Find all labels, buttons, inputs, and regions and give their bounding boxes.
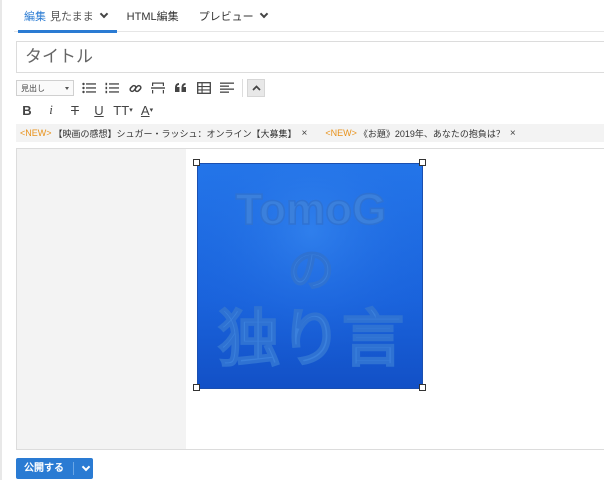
font-size-button[interactable]: TT ▾ xyxy=(112,100,134,120)
toolbar-divider xyxy=(242,79,243,97)
heading-select-value: 見出し xyxy=(21,83,45,93)
tab-html-label: HTML編集 xyxy=(126,10,179,23)
editor-toolbar-format: B i T U TT ▾ A ▾ xyxy=(16,100,160,120)
publish-button[interactable]: 公開する xyxy=(16,458,93,479)
numbered-list-button[interactable] xyxy=(101,78,123,98)
chevron-down-icon[interactable] xyxy=(99,9,108,18)
bold-button[interactable]: B xyxy=(16,100,38,120)
logo-line-2: の xyxy=(288,243,334,297)
bulleted-list-button[interactable] xyxy=(78,78,100,98)
tab-preview-label: プレビュー xyxy=(198,10,254,23)
editor-left-gutter xyxy=(17,149,186,449)
chevron-down-icon[interactable] xyxy=(259,9,268,18)
table-icon xyxy=(197,82,211,94)
resize-handle-top-left[interactable] xyxy=(193,159,200,166)
tab-preview[interactable]: プレビュー xyxy=(189,0,277,32)
title-input[interactable] xyxy=(16,41,604,73)
tab-wysiwyg-sublabel: 見たまま xyxy=(50,10,94,23)
logo-line-1: TomoG xyxy=(236,185,387,234)
caret-down-icon xyxy=(65,86,69,90)
tab-wysiwyg-edit[interactable]: 編集 見たまま xyxy=(14,0,117,33)
align-button[interactable] xyxy=(216,78,238,98)
link-icon xyxy=(128,84,142,92)
horizontal-rule-icon xyxy=(151,82,165,94)
link-button[interactable] xyxy=(124,78,146,98)
publish-label: 公開する xyxy=(16,462,74,475)
strikethrough-button[interactable]: T xyxy=(64,100,86,120)
heading-select[interactable]: 見出し xyxy=(16,80,74,96)
font-color-button[interactable]: A ▾ xyxy=(136,100,158,120)
quote-button[interactable] xyxy=(170,78,192,98)
close-icon[interactable]: × xyxy=(302,128,308,139)
selected-image[interactable]: TomoG の 独り言 xyxy=(197,163,423,389)
blog-logo-image: TomoG の 独り言 xyxy=(198,164,422,388)
notice-new-tag: <NEW> xyxy=(20,128,52,138)
notice-new-tag: <NEW> xyxy=(325,128,357,138)
resize-handle-bottom-left[interactable] xyxy=(193,384,200,391)
numbered-list-icon xyxy=(105,82,119,94)
font-size-label: TT xyxy=(113,102,130,118)
chevron-down-icon[interactable] xyxy=(81,462,91,472)
editor-body[interactable]: TomoG の 独り言 xyxy=(16,148,604,450)
table-button[interactable] xyxy=(193,78,215,98)
resize-handle-bottom-right[interactable] xyxy=(419,384,426,391)
notice-bar: <NEW> 【映画の感想】シュガー・ラッシュ：オンライン【大募集】 × <NEW… xyxy=(16,124,604,142)
notice-item[interactable]: <NEW> 《お題》2019年、あなたの抱負は？ × xyxy=(325,127,515,140)
horizontal-rule-button[interactable] xyxy=(147,78,169,98)
align-icon xyxy=(220,82,234,93)
editor-mode-tabs: 編集 見たまま HTML編集 プレビュー xyxy=(14,0,604,33)
tab-wysiwyg-label: 編集 xyxy=(24,10,46,23)
tab-html-edit[interactable]: HTML編集 xyxy=(117,0,189,32)
chevron-up-icon xyxy=(251,85,261,91)
dropdown-dot-icon: ▾ xyxy=(129,107,133,114)
dropdown-dot-icon: ▾ xyxy=(149,107,154,114)
window-left-edge xyxy=(0,0,2,480)
notice-item[interactable]: <NEW> 【映画の感想】シュガー・ラッシュ：オンライン【大募集】 × xyxy=(20,127,307,140)
underline-button[interactable]: U xyxy=(88,100,110,120)
bulleted-list-icon xyxy=(82,82,96,94)
notice-text[interactable]: 【映画の感想】シュガー・ラッシュ：オンライン【大募集】 xyxy=(54,127,297,140)
resize-handle-top-right[interactable] xyxy=(419,159,426,166)
notice-text[interactable]: 《お題》2019年、あなたの抱負は？ xyxy=(359,127,505,140)
quote-icon xyxy=(175,83,186,92)
collapse-toolbar-button[interactable] xyxy=(247,79,265,97)
italic-button[interactable]: i xyxy=(40,100,62,120)
logo-line-3: 独り言 xyxy=(218,302,404,375)
close-icon[interactable]: × xyxy=(510,128,516,139)
editor-toolbar-primary: 見出し xyxy=(16,78,265,98)
font-color-label: A xyxy=(140,102,150,118)
